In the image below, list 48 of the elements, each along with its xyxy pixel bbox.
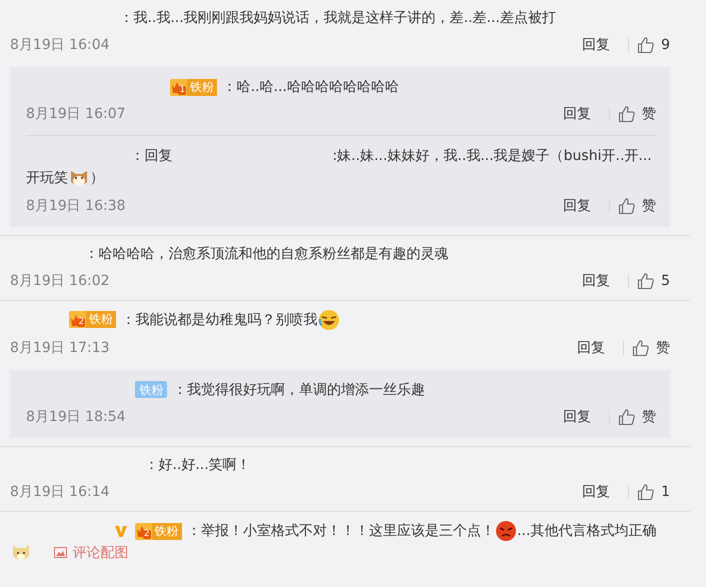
like-button[interactable]: 赞 — [618, 408, 656, 426]
fan-badge: 1 铁粉 — [170, 78, 218, 96]
like-button[interactable]: 1 — [637, 483, 670, 502]
thumbs-up-icon — [618, 196, 636, 215]
comment-time: 8月19日 18:54 — [26, 408, 126, 426]
thumbs-up-icon — [637, 272, 656, 290]
comment-text: ：哈..哈...哈哈哈哈哈哈哈哈 — [222, 79, 399, 96]
comment-text: 开玩笑 — [26, 170, 68, 186]
comment-text: ：回复 — [130, 148, 172, 165]
comment-text: ...其他代言格式 — [517, 523, 614, 540]
comment-text: 均正确 — [614, 523, 656, 540]
comment-text: ） — [90, 170, 104, 186]
comment-time: 8月19日 16:04 — [10, 36, 110, 54]
thumbs-up-icon — [637, 483, 656, 502]
reply-button[interactable]: 回复 — [582, 483, 610, 502]
like-button[interactable]: 赞 — [632, 338, 670, 357]
comment-text: ：哈哈哈哈，治愈系顶流和他的自愈系粉丝都是有趣的灵魂 — [84, 246, 448, 262]
reply-button[interactable]: 回复 — [563, 196, 591, 215]
thumbs-up-icon — [618, 105, 636, 124]
comment-time: 8月19日 16:38 — [26, 196, 126, 215]
comment-time: 8月19日 16:14 — [10, 483, 110, 502]
reply-button[interactable]: 回复 — [582, 36, 610, 54]
thumbs-up-icon — [618, 408, 636, 426]
angry-face-icon — [495, 520, 518, 542]
like-button[interactable]: 9 — [637, 36, 670, 54]
laughing-face-icon — [318, 308, 340, 331]
fan-badge: 铁粉 — [135, 381, 168, 398]
like-button[interactable]: 赞 — [618, 196, 656, 215]
fan-badge: 2 铁粉 — [69, 311, 116, 328]
thumbs-up-icon — [637, 36, 656, 54]
comment-text: ：举报！小室格式不对！！！这里应该是三个点！ — [187, 523, 496, 540]
comment-text: ：我能说都是幼稚鬼吗？别喷我 — [122, 312, 318, 328]
comment-time: 8月19日 16:07 — [26, 105, 126, 124]
reply-button[interactable]: 回复 — [563, 105, 591, 124]
comment-text: ：好..好...笑啊！ — [144, 457, 251, 474]
image-icon — [54, 546, 68, 558]
like-button[interactable]: 5 — [637, 272, 670, 290]
comment-text: :妹..妹...妹妹好，我..我...我是嫂子（bushi开..开... — [332, 148, 652, 165]
comment-text: ：我..我...我刚刚跟我妈妈说话，我就是这样子讲的，差..差...差点被打 — [119, 10, 556, 26]
fan-badge: 2 铁粉 — [134, 522, 182, 540]
comment-text: ：我觉得很好玩啊，单调的增添一丝乐趣 — [172, 382, 425, 398]
comment-time: 8月19日 17:13 — [10, 338, 110, 357]
reply-button[interactable]: 回复 — [563, 408, 591, 426]
like-button[interactable]: 赞 — [618, 105, 656, 124]
reply-button[interactable]: 回复 — [582, 272, 610, 290]
reply-button[interactable]: 回复 — [577, 338, 605, 357]
thumbs-up-icon — [632, 338, 650, 357]
comment-time: 8月19日 16:02 — [10, 272, 110, 290]
